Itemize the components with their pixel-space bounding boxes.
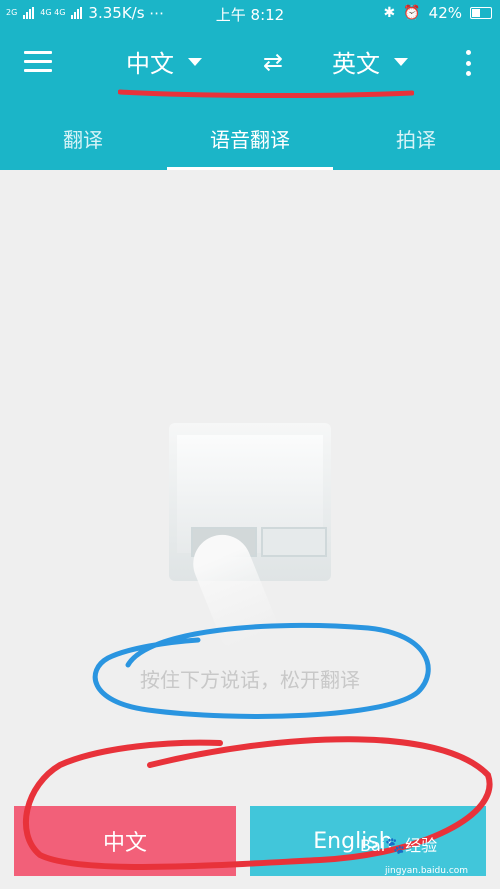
source-language-label: 中文 xyxy=(126,50,174,78)
voice-illustration xyxy=(169,423,331,650)
chevron-down-icon xyxy=(394,57,408,66)
key-right xyxy=(261,527,327,557)
annotation-underline xyxy=(118,89,414,98)
watermark-url: jingyan.baidu.com xyxy=(385,866,469,876)
alarm-icon: ⏰ xyxy=(403,5,421,21)
bluetooth-icon: ✱ xyxy=(383,5,396,21)
annotation-circle-red xyxy=(23,736,493,870)
swap-languages-icon[interactable]: ⇄ xyxy=(259,48,287,76)
target-language-selector[interactable]: 英文 xyxy=(332,44,408,79)
tab-photo-translate[interactable]: 拍译 xyxy=(396,124,436,153)
tab-text-translate[interactable]: 翻译 xyxy=(63,124,103,153)
target-language-label: 英文 xyxy=(332,50,380,78)
tab-bar: 翻译 语音翻译 拍译 xyxy=(0,110,500,170)
status-bar: 2G 4G 4G 3.35K/s ⋯ 上午 8:12 ✱ ⏰ 42% xyxy=(0,0,500,26)
watermark-text: Bai🐾经验 xyxy=(360,836,438,855)
annotation-circle-blue xyxy=(92,622,431,719)
source-language-selector[interactable]: 中文 xyxy=(126,44,202,79)
device-screen xyxy=(177,435,327,557)
tab-voice-translate[interactable]: 语音翻译 xyxy=(210,124,290,153)
more-options-icon[interactable] xyxy=(462,50,474,76)
menu-icon[interactable] xyxy=(24,51,52,73)
active-tab-indicator xyxy=(167,167,333,170)
battery-icon xyxy=(470,7,492,19)
baidu-watermark: Bai🐾经验 jingyan.baidu.com xyxy=(360,832,468,876)
battery-percent: 42% xyxy=(428,4,462,22)
chevron-down-icon xyxy=(188,57,202,66)
